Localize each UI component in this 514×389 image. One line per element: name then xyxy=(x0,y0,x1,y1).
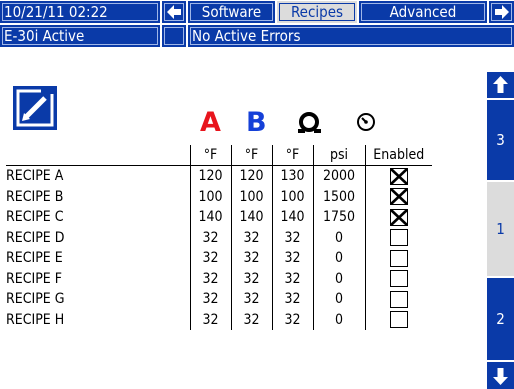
enabled-checkbox[interactable] xyxy=(389,208,408,226)
side-page-2[interactable]: 2 xyxy=(487,278,514,360)
table-row[interactable]: RECIPE D 32 32 32 0 xyxy=(6,227,432,249)
table-row[interactable]: RECIPE E 32 32 32 0 xyxy=(6,248,432,269)
enabled-cell xyxy=(364,248,432,269)
arrow-up-icon xyxy=(493,76,508,93)
temp-hose-value[interactable]: 32 xyxy=(271,309,313,330)
tab-software[interactable]: Software xyxy=(188,1,275,23)
recipe-name-header xyxy=(6,145,190,166)
status-spacer xyxy=(162,25,186,47)
temp-b-value[interactable]: 32 xyxy=(230,268,272,289)
temp-hose-value[interactable]: 32 xyxy=(271,248,313,269)
temp-a-value[interactable]: 32 xyxy=(189,268,231,289)
temp-a-value[interactable]: 32 xyxy=(189,248,231,269)
check-x-icon xyxy=(389,188,408,206)
recipe-name[interactable]: RECIPE B xyxy=(6,187,190,208)
check-x-icon xyxy=(389,208,408,226)
enabled-header: Enabled xyxy=(364,145,432,166)
temp-hose-value[interactable]: 100 xyxy=(271,186,313,207)
pressure-value[interactable]: 0 xyxy=(312,248,365,269)
arrow-down-icon xyxy=(493,368,508,385)
temp-b-value[interactable]: 140 xyxy=(230,207,272,228)
temp-hose-value[interactable]: 140 xyxy=(271,207,313,228)
recipe-name[interactable]: RECIPE E xyxy=(6,248,190,269)
temp-b-value[interactable]: 32 xyxy=(230,248,272,269)
pressure-gauge-icon xyxy=(357,113,375,131)
temp-hose-value[interactable]: 32 xyxy=(271,227,313,248)
temp-a-value[interactable]: 120 xyxy=(189,165,231,187)
temp-a-value[interactable]: 32 xyxy=(189,289,231,310)
edit-icon xyxy=(16,88,55,127)
error-status: No Active Errors xyxy=(188,25,514,47)
check-x-icon xyxy=(389,167,408,185)
temp-b-value[interactable]: 32 xyxy=(230,289,272,310)
enabled-cell xyxy=(364,289,432,310)
unit-b-header: °F xyxy=(230,145,272,166)
table-header-row: °F °F °F psi Enabled xyxy=(6,145,432,166)
unit-pressure-header: psi xyxy=(312,145,365,166)
table-row[interactable]: RECIPE A 120 120 130 2000 xyxy=(6,165,432,187)
temp-a-value[interactable]: 140 xyxy=(189,207,231,228)
temp-hose-value[interactable]: 32 xyxy=(271,289,313,310)
enabled-checkbox[interactable] xyxy=(389,249,408,267)
pressure-value[interactable]: 0 xyxy=(312,268,365,289)
recipe-name[interactable]: RECIPE C xyxy=(6,207,190,228)
tab-recipes[interactable]: Recipes xyxy=(277,1,357,23)
enabled-checkbox[interactable] xyxy=(389,229,408,247)
enabled-cell xyxy=(364,186,432,207)
pressure-value[interactable]: 1750 xyxy=(312,207,365,228)
enabled-checkbox[interactable] xyxy=(389,188,408,206)
pressure-value[interactable]: 2000 xyxy=(312,165,365,187)
arrow-right-icon xyxy=(495,5,509,19)
recipe-name[interactable]: RECIPE G xyxy=(6,289,190,310)
recipe-name[interactable]: RECIPE A xyxy=(6,166,190,187)
arrow-left-icon xyxy=(167,5,181,19)
recipe-table: °F °F °F psi Enabled RECIPE A 120 120 130 20… xyxy=(6,145,432,330)
enabled-checkbox[interactable] xyxy=(389,311,408,329)
hose-icon xyxy=(298,112,321,133)
temp-hose-value[interactable]: 32 xyxy=(271,268,313,289)
enabled-cell xyxy=(364,309,432,330)
enabled-cell xyxy=(364,165,432,187)
enabled-cell xyxy=(364,207,432,228)
recipe-name[interactable]: RECIPE F xyxy=(6,269,190,290)
pressure-value[interactable]: 0 xyxy=(312,309,365,330)
temp-b-value[interactable]: 32 xyxy=(230,227,272,248)
temp-hose-value[interactable]: 130 xyxy=(271,165,313,187)
prev-screen-button[interactable] xyxy=(162,1,186,23)
table-row[interactable]: RECIPE C 140 140 140 1750 xyxy=(6,207,432,228)
datetime-display: 10/21/11 02:22 xyxy=(0,1,160,23)
page-down-button[interactable] xyxy=(487,362,514,389)
temp-a-value[interactable]: 100 xyxy=(189,186,231,207)
next-screen-button[interactable] xyxy=(489,1,514,23)
temp-a-value[interactable]: 32 xyxy=(189,227,231,248)
mode-status: E-30i Active xyxy=(0,25,160,47)
recipe-name[interactable]: RECIPE H xyxy=(6,310,190,331)
side-page-3[interactable]: 3 xyxy=(487,100,514,180)
pressure-value[interactable]: 0 xyxy=(312,227,365,248)
temp-a-value[interactable]: 32 xyxy=(189,309,231,330)
edit-button[interactable] xyxy=(13,86,57,130)
table-row[interactable]: RECIPE F 32 32 32 0 xyxy=(6,268,432,290)
enabled-checkbox[interactable] xyxy=(389,290,408,308)
page-up-button[interactable] xyxy=(487,72,514,98)
temp-b-value[interactable]: 32 xyxy=(230,309,272,330)
side-page-1[interactable]: 1 xyxy=(487,182,514,276)
unit-hose-header: °F xyxy=(271,145,313,166)
unit-a-header: °F xyxy=(189,145,231,166)
table-row[interactable]: RECIPE G 32 32 32 0 xyxy=(6,289,432,310)
temp-b-value[interactable]: 100 xyxy=(230,186,272,207)
side-b-label: B xyxy=(246,107,267,138)
recipe-name[interactable]: RECIPE D xyxy=(6,228,190,249)
enabled-checkbox[interactable] xyxy=(389,167,408,185)
enabled-cell xyxy=(364,227,432,248)
tab-advanced[interactable]: Advanced xyxy=(359,1,487,23)
temp-b-value[interactable]: 120 xyxy=(230,165,272,187)
enabled-cell xyxy=(364,268,432,289)
table-row[interactable]: RECIPE H 32 32 32 0 xyxy=(6,309,432,331)
pressure-value[interactable]: 1500 xyxy=(312,186,365,207)
side-a-label: A xyxy=(200,107,221,138)
table-row[interactable]: RECIPE B 100 100 100 1500 xyxy=(6,186,432,208)
pressure-value[interactable]: 0 xyxy=(312,289,365,310)
enabled-checkbox[interactable] xyxy=(389,270,408,288)
